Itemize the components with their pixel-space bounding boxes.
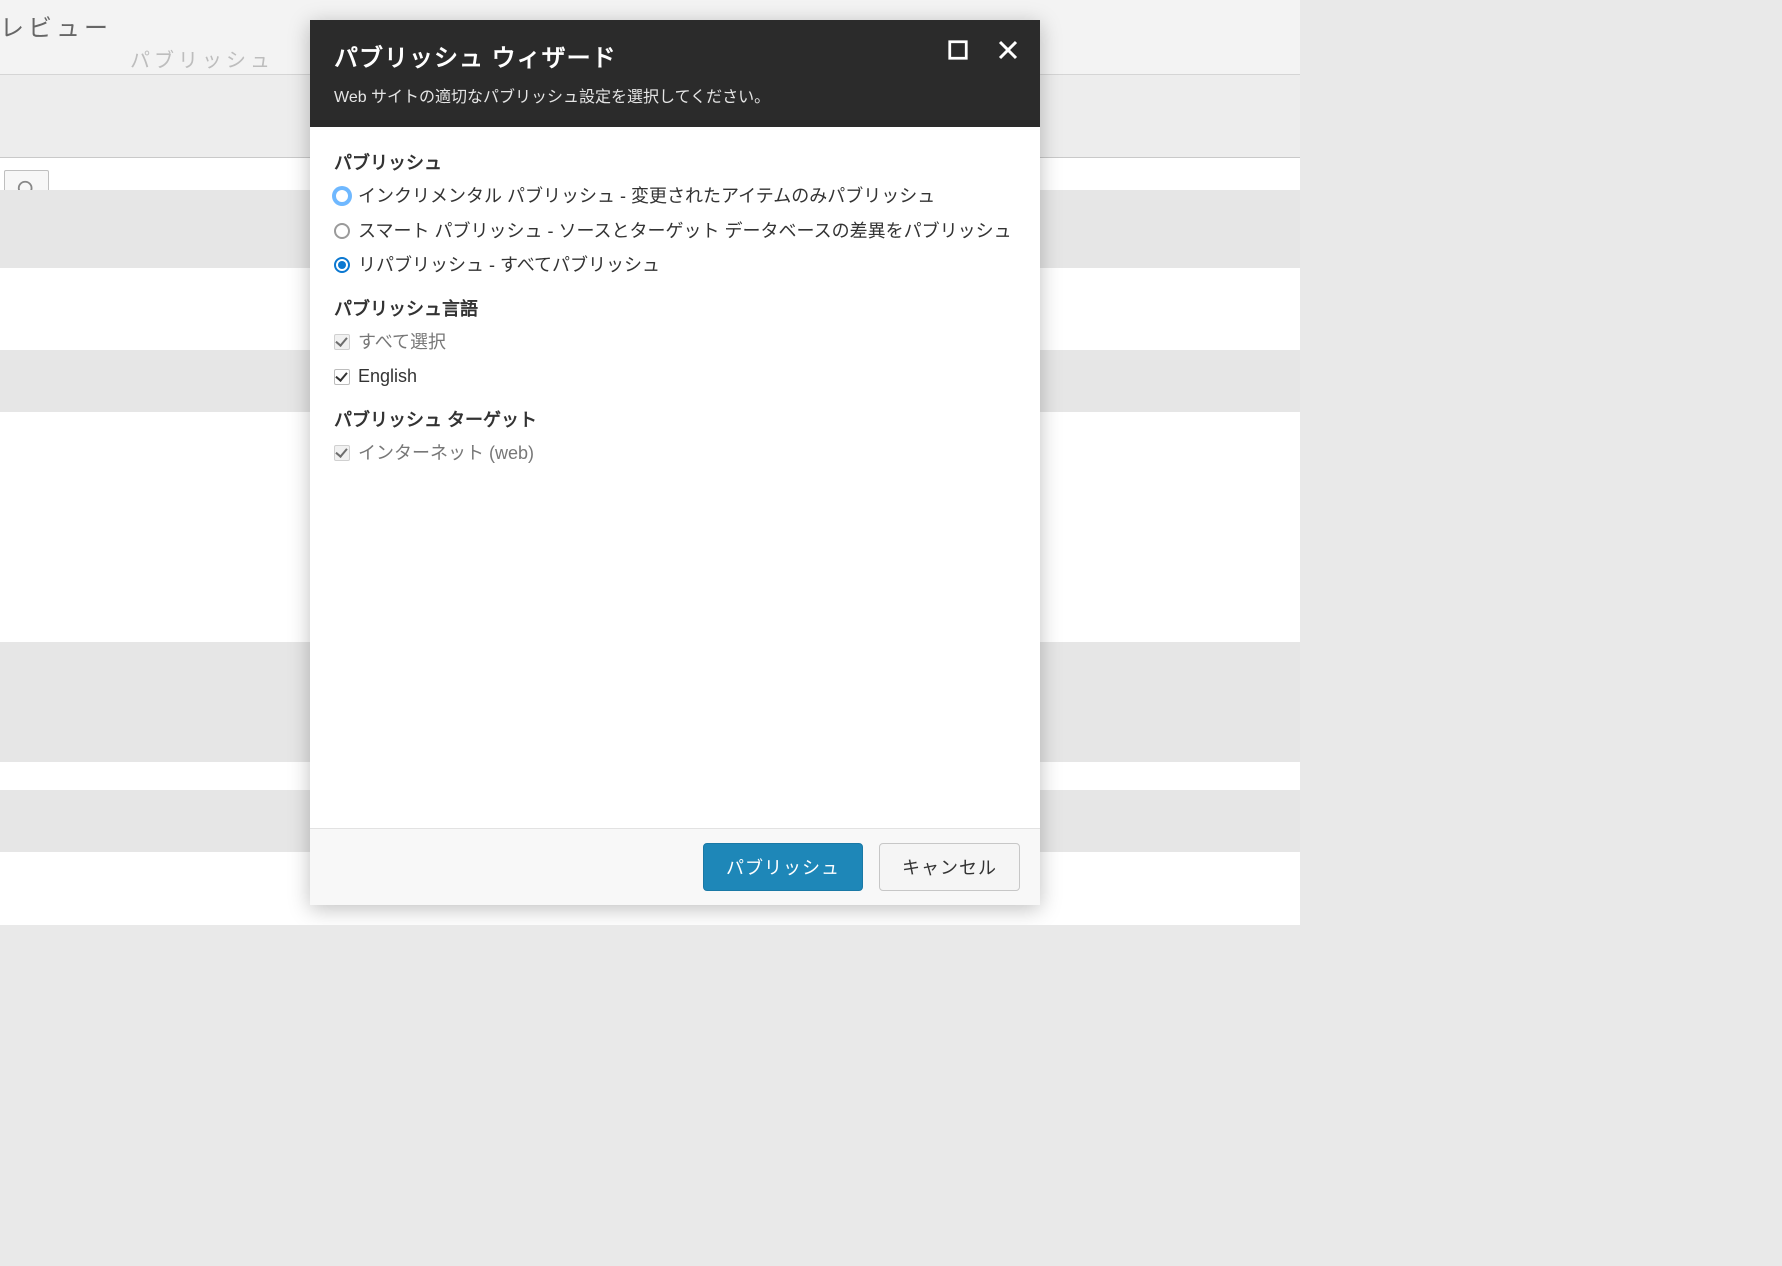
radio-label: スマート パブリッシュ - ソースとターゲット データベースの差異をパブリッシュ	[358, 216, 1012, 247]
page-title-fragment: レビュー	[0, 8, 112, 43]
dialog-body: パブリッシュ インクリメンタル パブリッシュ - 変更されたアイテムのみパブリッ…	[310, 127, 1040, 828]
dialog-subtitle: Web サイトの適切なパブリッシュ設定を選択してください。	[334, 83, 1016, 107]
checkbox-icon	[334, 334, 350, 350]
radio-label: リパブリッシュ - すべてパブリッシュ	[358, 250, 660, 281]
tab-publish[interactable]: パブリッシュ	[130, 44, 274, 73]
dialog-title: パブリッシュ ウィザード	[334, 38, 1016, 73]
maximize-icon	[947, 39, 969, 66]
publish-button[interactable]: パブリッシュ	[703, 843, 863, 891]
cancel-button[interactable]: キャンセル	[879, 843, 1020, 891]
dialog-footer: パブリッシュ キャンセル	[310, 828, 1040, 905]
checkbox-language-english[interactable]: English	[334, 361, 1016, 392]
radio-icon	[334, 223, 350, 239]
checkbox-select-all-languages[interactable]: すべて選択	[334, 327, 1016, 358]
checkbox-label: すべて選択	[358, 327, 446, 358]
section-title-language: パブリッシュ言語	[334, 295, 1016, 321]
checkbox-target-internet[interactable]: インターネット (web)	[334, 438, 1016, 469]
checkbox-icon	[334, 445, 350, 461]
dialog-header: パブリッシュ ウィザード Web サイトの適切なパブリッシュ設定を選択してくださ…	[310, 20, 1040, 127]
radio-incremental-publish[interactable]: インクリメンタル パブリッシュ - 変更されたアイテムのみパブリッシュ	[334, 181, 1016, 212]
radio-republish[interactable]: リパブリッシュ - すべてパブリッシュ	[334, 250, 1016, 281]
publish-wizard-dialog: パブリッシュ ウィザード Web サイトの適切なパブリッシュ設定を選択してくださ…	[310, 20, 1040, 905]
checkbox-icon	[334, 369, 350, 385]
maximize-button[interactable]	[944, 38, 972, 66]
radio-icon	[334, 188, 350, 204]
checkbox-label: English	[358, 361, 417, 392]
radio-label: インクリメンタル パブリッシュ - 変更されたアイテムのみパブリッシュ	[358, 181, 935, 212]
section-title-publish: パブリッシュ	[334, 149, 1016, 175]
radio-icon	[334, 257, 350, 273]
close-icon	[996, 38, 1020, 67]
section-title-target: パブリッシュ ターゲット	[334, 406, 1016, 432]
checkbox-label: インターネット (web)	[358, 438, 534, 469]
radio-smart-publish[interactable]: スマート パブリッシュ - ソースとターゲット データベースの差異をパブリッシュ	[334, 216, 1016, 247]
close-button[interactable]	[994, 38, 1022, 66]
